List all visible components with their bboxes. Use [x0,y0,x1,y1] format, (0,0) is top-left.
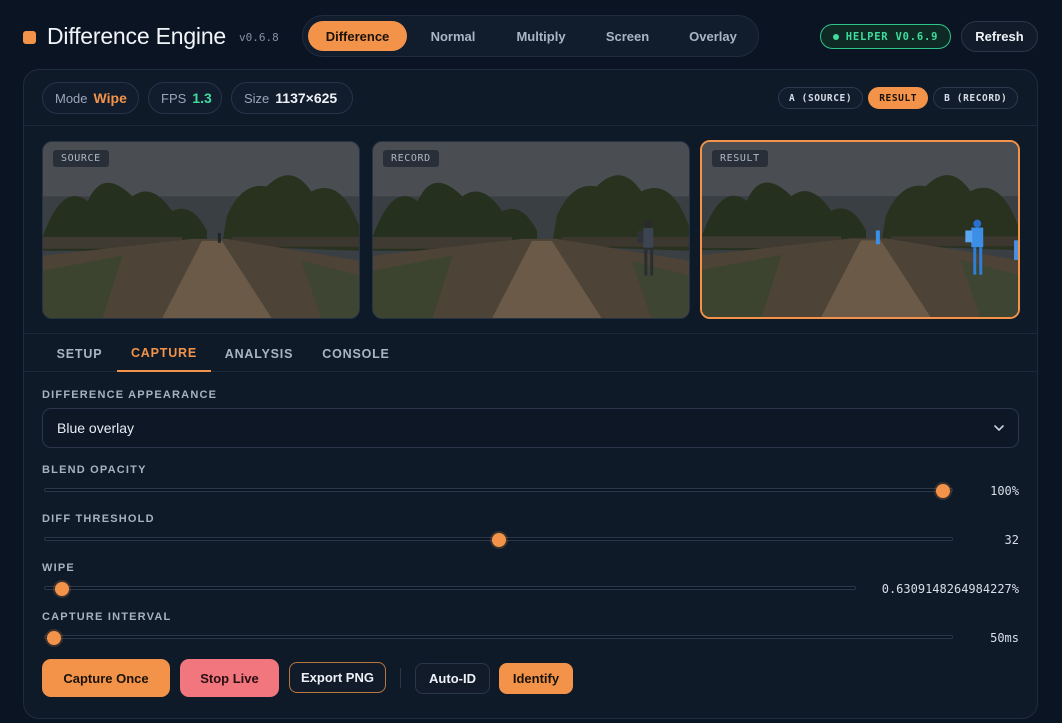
capture-once-button[interactable]: Capture Once [42,659,170,697]
interval-value: 50ms [990,631,1019,645]
opacity-slider-thumb[interactable] [936,484,950,498]
mode-normal-button[interactable]: Normal [414,21,492,51]
mode-difference-button[interactable]: Difference [308,21,407,51]
interval-label: CAPTURE INTERVAL [42,611,172,623]
view-record-tab[interactable]: B (RECORD) [933,87,1019,109]
mode-stat-pill: Mode Wipe [42,82,139,114]
threshold-label: DIFF THRESHOLD [42,513,155,525]
tab-analysis[interactable]: ANALYSIS [214,335,304,372]
main-panel: Mode Wipe FPS 1.3 Size 1137×625 A (SOURC… [23,69,1038,719]
wipe-label: WIPE [42,562,75,574]
tab-setup[interactable]: SETUP [42,335,117,372]
size-stat-label: Size [244,90,270,106]
wipe-slider-thumb[interactable] [55,582,69,596]
fps-stat-value: 1.3 [192,90,212,106]
auto-id-button[interactable]: Auto-ID [415,663,490,694]
wipe-value: 0.6309148264984227% [881,582,1019,596]
wipe-slider[interactable] [44,586,856,590]
record-preview[interactable]: RECORD [372,141,690,319]
tab-capture[interactable]: CAPTURE [117,335,211,372]
threshold-value: 32 [1004,533,1019,547]
mode-stat-label: Mode [55,90,88,106]
appearance-select-value: Blue overlay [57,420,135,436]
mode-screen-button[interactable]: Screen [590,21,665,51]
stats-row: Mode Wipe FPS 1.3 Size 1137×625 A (SOURC… [24,70,1037,126]
source-frame-image [43,142,359,318]
fps-stat-pill: FPS 1.3 [148,82,222,114]
opacity-slider[interactable] [44,488,953,492]
threshold-slider-thumb[interactable] [492,533,506,547]
view-source-tab[interactable]: A (SOURCE) [778,87,864,109]
result-preview-label: RESULT [712,150,768,167]
result-frame-image [702,142,1018,317]
app-title: Difference Engine [47,23,227,49]
mode-stat-value: Wipe [93,90,127,106]
opacity-label: BLEND OPACITY [42,464,147,476]
record-frame-image [373,142,689,318]
app-version: v0.6.8 [239,31,279,44]
interval-slider-thumb[interactable] [47,631,61,645]
helper-badge-label: HELPER V0.6.9 [845,30,939,43]
source-preview-label: SOURCE [53,150,109,167]
mode-multiply-button[interactable]: Multiply [499,21,583,51]
tab-console[interactable]: CONSOLE [312,335,400,372]
chevron-down-icon [994,425,1004,431]
blend-mode-group: Difference Normal Multiply Screen Overla… [302,15,759,57]
fps-stat-label: FPS [161,90,187,106]
opacity-value: 100% [990,484,1019,498]
status-dot-icon [832,33,839,40]
preview-strip: SOURCE RECORD RESULT [24,126,1037,334]
result-preview[interactable]: RESULT [700,140,1020,319]
source-preview[interactable]: SOURCE [42,141,360,319]
record-preview-label: RECORD [383,150,439,167]
top-bar: Difference Engine v0.6.8 Difference Norm… [0,0,1062,72]
refresh-button[interactable]: Refresh [961,21,1038,52]
panel-tabs: SETUP CAPTURE ANALYSIS CONSOLE [24,335,1037,372]
brand-logo-icon [23,31,36,44]
export-png-button[interactable]: Export PNG [289,662,386,693]
size-stat-value: 1137×625 [275,90,338,106]
interval-slider[interactable] [44,635,953,639]
action-divider [400,668,401,688]
appearance-label: DIFFERENCE APPEARANCE [42,389,218,401]
view-result-tab[interactable]: RESULT [868,87,929,109]
size-stat-pill: Size 1137×625 [231,82,353,114]
view-selector: A (SOURCE) RESULT B (RECORD) [778,87,1019,109]
appearance-select[interactable]: Blue overlay [42,408,1019,448]
stop-live-button[interactable]: Stop Live [180,659,279,697]
helper-status-badge: HELPER V0.6.9 [820,24,951,49]
mode-overlay-button[interactable]: Overlay [673,21,753,51]
identify-button[interactable]: Identify [499,663,573,694]
